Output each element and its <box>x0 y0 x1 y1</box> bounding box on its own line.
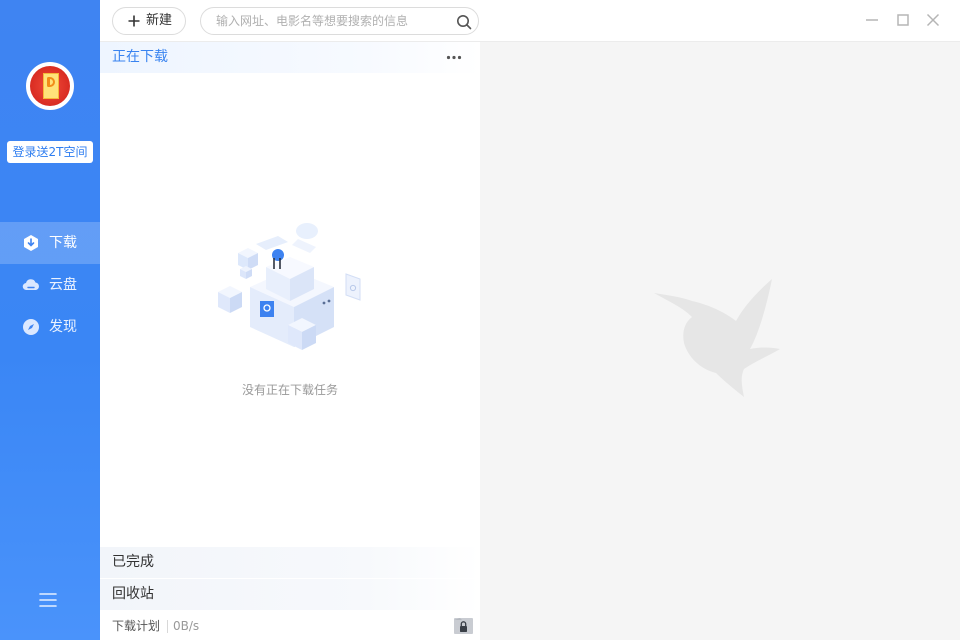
user-avatar[interactable] <box>26 62 74 110</box>
footer-divider <box>167 620 168 633</box>
hummingbird-logo-icon <box>654 279 780 397</box>
detail-panel <box>480 42 960 640</box>
download-speed: 0B/s <box>173 619 200 633</box>
downloading-section-header[interactable]: 正在下载 <box>100 42 480 73</box>
login-promo-button[interactable]: 登录送2T空间 <box>7 141 93 163</box>
sidebar: 登录送2T空间 下载 云盘 发现 <box>0 0 100 640</box>
search-input[interactable] <box>216 11 446 31</box>
sidebar-item-discover[interactable]: 发现 <box>0 306 100 348</box>
new-task-button[interactable]: 新建 <box>112 7 186 35</box>
more-dots-icon[interactable] <box>446 55 462 60</box>
new-task-label: 新建 <box>146 13 173 28</box>
cloud-icon <box>22 279 39 291</box>
sidebar-item-label: 发现 <box>49 319 77 335</box>
recycle-bin-title: 回收站 <box>112 586 154 602</box>
completed-section-header[interactable]: 已完成 <box>100 547 480 578</box>
maximize-icon[interactable] <box>895 12 911 28</box>
sidebar-item-download[interactable]: 下载 <box>0 222 100 264</box>
top-toolbar: 新建 <box>100 0 960 42</box>
lock-icon[interactable] <box>453 615 474 635</box>
download-list-panel: 正在下载 没有正在下载任务 已完成 回收站 下载计划 0B/s <box>100 42 480 640</box>
compass-icon <box>23 319 39 335</box>
avatar-image <box>30 66 70 106</box>
download-icon <box>24 235 38 251</box>
plus-icon <box>128 15 140 27</box>
empty-downloads-text: 没有正在下载任务 <box>241 383 338 397</box>
empty-downloads-illustration <box>218 223 361 350</box>
recycle-bin-section-header[interactable]: 回收站 <box>100 579 480 610</box>
sidebar-item-cloud[interactable]: 云盘 <box>0 264 100 306</box>
downloading-title: 正在下载 <box>112 49 168 65</box>
minimize-icon[interactable] <box>864 12 880 28</box>
sidebar-item-label: 云盘 <box>49 277 77 293</box>
completed-title: 已完成 <box>112 554 154 570</box>
search-box <box>200 7 479 35</box>
status-footer: 下载计划 0B/s <box>100 612 480 640</box>
download-plan-link[interactable]: 下载计划 <box>112 612 160 640</box>
sidebar-item-label: 下载 <box>49 235 77 251</box>
search-icon[interactable] <box>456 14 472 30</box>
hamburger-menu-icon[interactable] <box>39 592 57 608</box>
close-icon[interactable] <box>925 12 941 28</box>
avatar-card-icon <box>43 73 59 99</box>
